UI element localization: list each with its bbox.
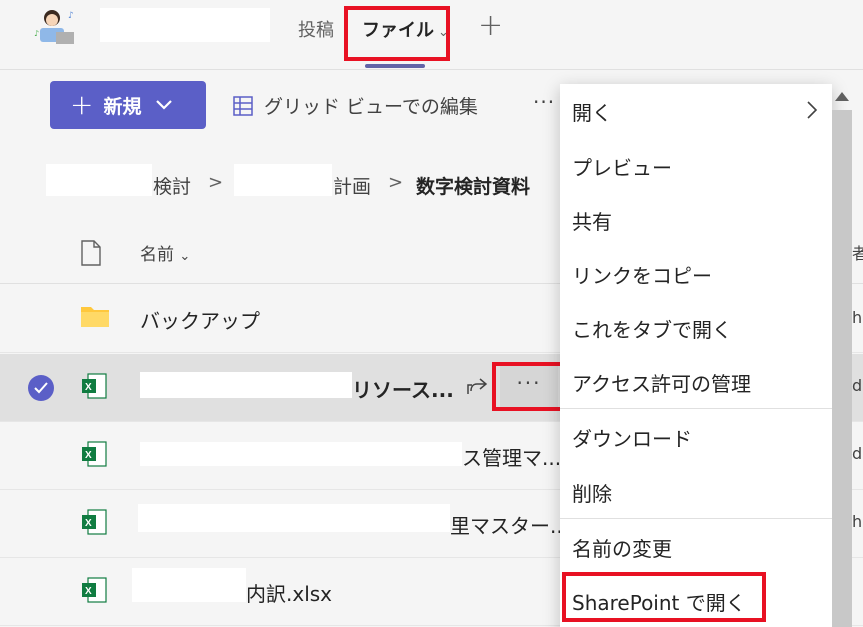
menu-item-preview[interactable]: プレビュー <box>560 139 832 193</box>
new-button[interactable]: + 新規 <box>50 81 206 129</box>
menu-item-open-as-tab[interactable]: これをタブで開く <box>560 301 832 355</box>
chevron-right-icon: > <box>208 172 224 193</box>
column-header-name[interactable]: 名前 ⌄ <box>140 240 190 265</box>
menu-item-copy-link[interactable]: リンクをコピー <box>560 247 832 301</box>
redacted-crumb <box>46 164 152 196</box>
menu-item-label: 削除 <box>572 481 612 506</box>
item-name[interactable]: リソース... <box>352 374 454 403</box>
menu-item-label: リンクをコピー <box>572 263 712 288</box>
scroll-up-arrow-icon[interactable] <box>834 90 850 102</box>
plus-icon: + <box>70 88 94 121</box>
share-icon[interactable] <box>466 376 488 396</box>
menu-item-manage-access[interactable]: アクセス許可の管理 <box>560 355 832 409</box>
menu-divider <box>560 518 832 519</box>
svg-text:♪: ♪ <box>34 29 39 38</box>
item-name[interactable]: バックアップ <box>140 305 260 334</box>
scrollbar-thumb[interactable] <box>832 110 852 627</box>
breadcrumb-current: 数字検討資料 <box>416 176 531 198</box>
tab-posts[interactable]: 投稿 <box>298 16 334 42</box>
chevron-down-icon <box>156 100 173 110</box>
grid-view-edit-label: グリッド ビューでの編集 <box>264 96 478 118</box>
menu-item-label: 共有 <box>572 209 612 234</box>
svg-text:♪: ♪ <box>68 11 74 21</box>
context-menu: 開く プレビュー 共有 リンクをコピー これをタブで開く アクセス許可の管理 ダ… <box>560 84 832 627</box>
svg-text:X: X <box>85 586 92 597</box>
grid-icon <box>233 95 253 116</box>
redacted-file-name <box>140 372 352 398</box>
team-avatar-icon: ♪ ♪ <box>34 10 74 44</box>
item-name[interactable]: ス管理マ... <box>462 442 561 471</box>
menu-item-download[interactable]: ダウンロード <box>560 410 832 464</box>
chevron-right-icon: > <box>388 172 404 193</box>
column-name-label: 名前 <box>140 245 174 265</box>
selected-check-icon[interactable] <box>28 375 54 401</box>
highlight-open-in-sharepoint <box>562 572 766 622</box>
active-tab-indicator <box>365 64 425 68</box>
svg-text:X: X <box>85 450 92 461</box>
cutoff-column-header: 者 <box>852 244 863 263</box>
highlight-more-button <box>492 362 564 411</box>
cutoff-cell: h <box>852 512 863 531</box>
redacted-file-name <box>132 568 246 602</box>
excel-file-icon: X <box>82 509 107 535</box>
file-type-icon <box>81 240 101 266</box>
menu-item-delete[interactable]: 削除 <box>560 465 832 519</box>
chevron-right-icon <box>807 101 818 119</box>
menu-item-label: プレビュー <box>572 155 672 180</box>
item-name[interactable]: 里マスター... <box>450 510 569 539</box>
menu-item-label: これをタブで開く <box>572 317 732 342</box>
redacted-file-name <box>138 504 450 532</box>
breadcrumb-item[interactable]: 計画 <box>333 172 371 199</box>
redacted-crumb <box>234 164 332 196</box>
breadcrumb-item[interactable]: 検討 <box>153 172 191 199</box>
highlight-files-tab <box>344 6 450 61</box>
cutoff-cell: h <box>852 308 863 327</box>
excel-file-icon: X <box>82 373 107 399</box>
redacted-team-name <box>100 8 270 42</box>
menu-divider <box>560 408 832 409</box>
chevron-down-icon: ⌄ <box>179 249 191 264</box>
menu-item-label: アクセス許可の管理 <box>572 371 751 396</box>
menu-item-open[interactable]: 開く <box>560 84 832 138</box>
svg-text:X: X <box>85 382 92 393</box>
grid-view-edit-button[interactable]: グリッド ビューでの編集 <box>232 92 478 119</box>
menu-item-label: 開く <box>572 100 612 125</box>
add-tab-button[interactable]: + <box>478 8 503 43</box>
cutoff-cell: d <box>852 376 863 395</box>
excel-file-icon: X <box>82 577 107 603</box>
excel-file-icon: X <box>82 441 107 467</box>
folder-icon <box>81 307 109 327</box>
redacted-file-name <box>140 442 462 466</box>
menu-item-rename[interactable]: 名前の変更 <box>560 520 832 574</box>
more-commands-button[interactable]: ··· <box>533 90 555 114</box>
menu-item-share[interactable]: 共有 <box>560 193 832 247</box>
new-button-label: 新規 <box>103 95 142 118</box>
item-name[interactable]: 内訳.xlsx <box>246 578 332 607</box>
menu-item-label: ダウンロード <box>572 426 692 451</box>
cutoff-cell: d <box>852 444 863 463</box>
menu-item-label: 名前の変更 <box>572 536 672 561</box>
svg-text:X: X <box>85 518 92 529</box>
